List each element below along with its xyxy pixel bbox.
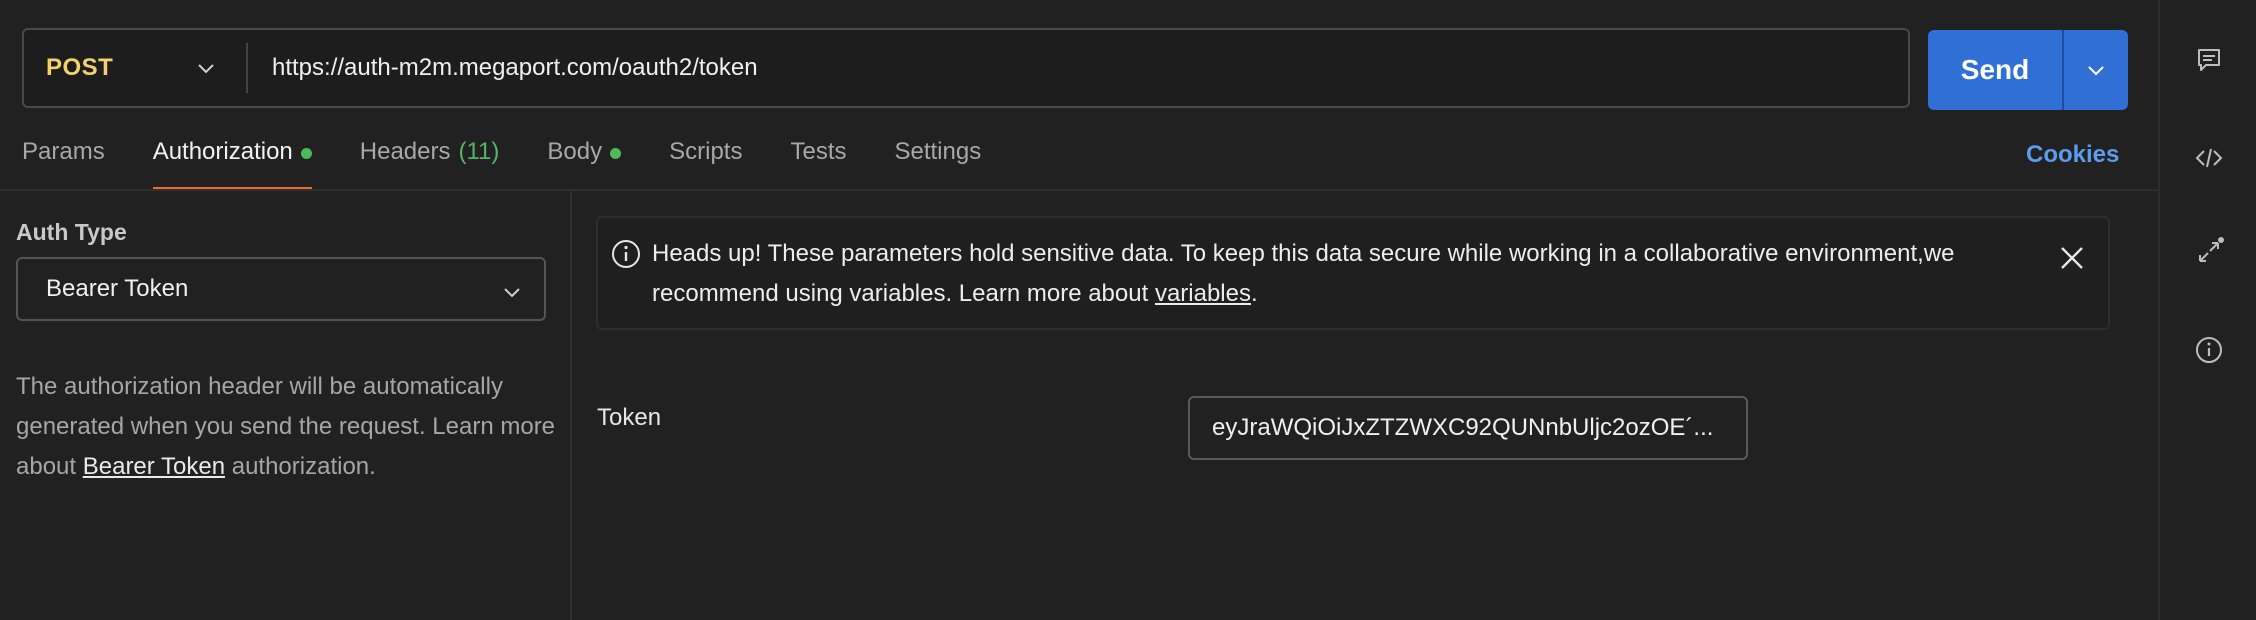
auth-desc-text-end: authorization. <box>225 453 376 480</box>
auth-sidebar: Auth Type Bearer Token The authorization… <box>0 191 572 620</box>
token-label: Token <box>597 404 662 431</box>
tab-headers[interactable]: Headers (11) <box>360 138 500 190</box>
token-input[interactable]: eyJraWQiOiJxZTZWXC92QUNnbUljc2ozOE´... <box>1188 396 1748 460</box>
tab-scripts[interactable]: Scripts <box>669 138 742 190</box>
send-options-button[interactable] <box>2064 30 2128 110</box>
banner-message: Heads up! These parameters hold sensitiv… <box>652 234 2052 314</box>
sensitive-data-banner: Heads up! These parameters hold sensitiv… <box>596 216 2110 330</box>
variables-link[interactable]: variables <box>1155 280 1251 307</box>
banner-text: Heads up! These parameters hold sensitiv… <box>652 240 1955 307</box>
info-icon[interactable] <box>2193 334 2225 366</box>
close-icon[interactable] <box>2058 244 2086 277</box>
tab-label: Settings <box>894 138 982 165</box>
expand-icon[interactable] <box>2193 236 2225 268</box>
tab-label: Params <box>22 138 105 165</box>
tab-label: Authorization <box>152 138 293 165</box>
status-dot <box>610 148 622 159</box>
headers-count: (11) <box>458 138 500 165</box>
right-sidebar <box>2158 0 2256 620</box>
status-dot <box>300 148 312 159</box>
send-button-group: Send <box>1928 30 2128 110</box>
tab-body[interactable]: Body <box>547 138 622 190</box>
chevron-down-icon <box>196 58 216 83</box>
chevron-down-icon <box>502 281 522 309</box>
method-label: POST <box>46 54 114 81</box>
auth-type-value: Bearer Token <box>46 275 189 302</box>
tab-authorization[interactable]: Authorization <box>152 138 312 190</box>
method-select[interactable]: POST <box>24 30 246 106</box>
auth-type-label: Auth Type <box>16 219 127 245</box>
chevron-down-icon <box>2088 66 2104 76</box>
comment-icon[interactable] <box>2193 44 2225 76</box>
info-icon <box>610 238 642 275</box>
auth-description: The authorization header will be automat… <box>16 367 556 487</box>
token-value: eyJraWQiOiJxZTZWXC92QUNnbUljc2ozOE´... <box>1212 414 1714 441</box>
cookies-link[interactable]: Cookies <box>2026 141 2119 169</box>
url-input[interactable]: https://auth-m2m.megaport.com/oauth2/tok… <box>248 54 758 82</box>
tab-label: Tests <box>790 138 847 165</box>
tab-label: Body <box>547 138 603 165</box>
bearer-token-link[interactable]: Bearer Token <box>83 453 225 480</box>
url-bar: POST https://auth-m2m.megaport.com/oauth… <box>22 28 1910 108</box>
send-button[interactable]: Send <box>1928 30 2062 110</box>
request-editor: POST https://auth-m2m.megaport.com/oauth… <box>0 0 2158 620</box>
auth-type-select[interactable]: Bearer Token <box>16 257 546 321</box>
tab-label: Scripts <box>669 138 743 165</box>
code-icon[interactable] <box>2193 142 2225 174</box>
request-tabs: Params Authorization Headers (11) Body S… <box>22 138 1029 190</box>
tab-tests[interactable]: Tests <box>790 138 846 190</box>
tab-params[interactable]: Params <box>22 138 105 190</box>
tab-settings[interactable]: Settings <box>894 138 981 190</box>
banner-text-end: . <box>1250 280 1258 307</box>
tab-label: Headers <box>359 138 451 165</box>
